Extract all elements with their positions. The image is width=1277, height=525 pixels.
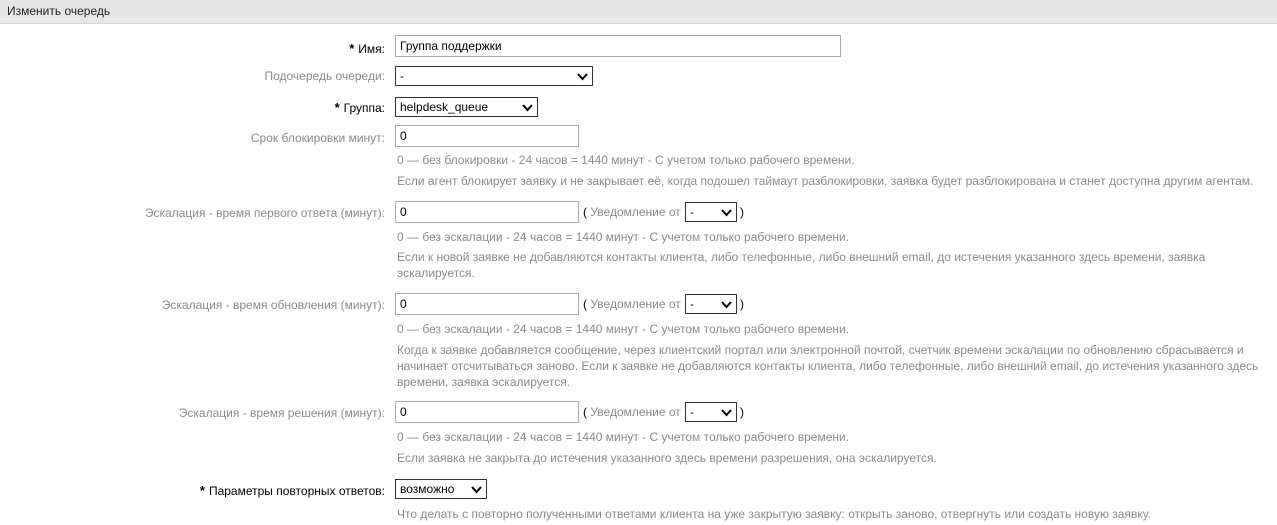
unlock-timeout-hint: 0 — без блокировки - 24 часов = 1440 мин… [397, 153, 855, 167]
solution-time-input[interactable]: 0 [395, 401, 579, 423]
chevron-down-icon [522, 104, 533, 112]
page-title: Изменить очередь [7, 4, 111, 18]
group-select[interactable]: helpdesk_queue [395, 97, 538, 117]
update-time-description: Когда к заявке добавляется сообщение, че… [397, 343, 1259, 389]
first-response-hint: 0 — без эскалации - 24 часов = 1440 мину… [397, 230, 850, 244]
update-time-label: Эскалация - время обновления (минут): [161, 298, 385, 312]
first-response-notify-close: ) [740, 205, 744, 219]
solution-time-label: Эскалация - время решения (минут): [178, 406, 385, 420]
follow-up-hint: Что делать с повторно полученными ответа… [397, 507, 1151, 521]
solution-notify-close: ) [740, 405, 744, 419]
update-notify-close: ) [740, 297, 744, 311]
update-notify-select[interactable]: - [685, 294, 737, 314]
first-response-notify: ( Уведомление от [583, 205, 681, 219]
chevron-down-icon [577, 73, 588, 81]
solution-notify-select[interactable]: - [685, 402, 737, 422]
name-input[interactable]: Группа поддержки [395, 35, 841, 57]
chevron-down-icon [721, 301, 732, 309]
chevron-down-icon [721, 409, 732, 417]
first-response-label: Эскалация - время первого ответа (минут)… [144, 206, 385, 220]
required-icon: * [199, 483, 205, 498]
unlock-timeout-description: Если агент блокирует заявку и не закрыва… [397, 174, 1254, 188]
page-header: Изменить очередь [0, 0, 1277, 24]
first-response-input[interactable]: 0 [395, 201, 579, 223]
required-icon: * [349, 41, 355, 56]
subqueue-label: Подочередь очереди: [264, 69, 385, 83]
first-response-description: Если к новой заявке не добавляются конта… [397, 250, 1206, 280]
unlock-timeout-input[interactable]: 0 [395, 125, 579, 147]
required-icon: * [334, 100, 340, 115]
subqueue-select[interactable]: - [395, 66, 593, 86]
unlock-timeout-label: Срок блокировки минут: [250, 131, 385, 145]
group-label: * Группа: [334, 100, 385, 115]
solution-notify: ( Уведомление от [583, 405, 681, 419]
solution-time-hint: 0 — без эскалации - 24 часов = 1440 мину… [397, 430, 850, 444]
update-time-input[interactable]: 0 [395, 293, 579, 315]
follow-up-label: * Параметры повторных ответов: [199, 483, 385, 498]
update-notify: ( Уведомление от [583, 297, 681, 311]
first-response-notify-select[interactable]: - [685, 202, 737, 222]
chevron-down-icon [471, 486, 482, 494]
name-label: * Имя: [349, 41, 385, 56]
solution-time-description: Если заявка не закрыта до истечения указ… [397, 451, 937, 465]
chevron-down-icon [721, 209, 732, 217]
update-time-hint: 0 — без эскалации - 24 часов = 1440 мину… [397, 322, 850, 336]
follow-up-select[interactable]: возможно [395, 479, 487, 499]
